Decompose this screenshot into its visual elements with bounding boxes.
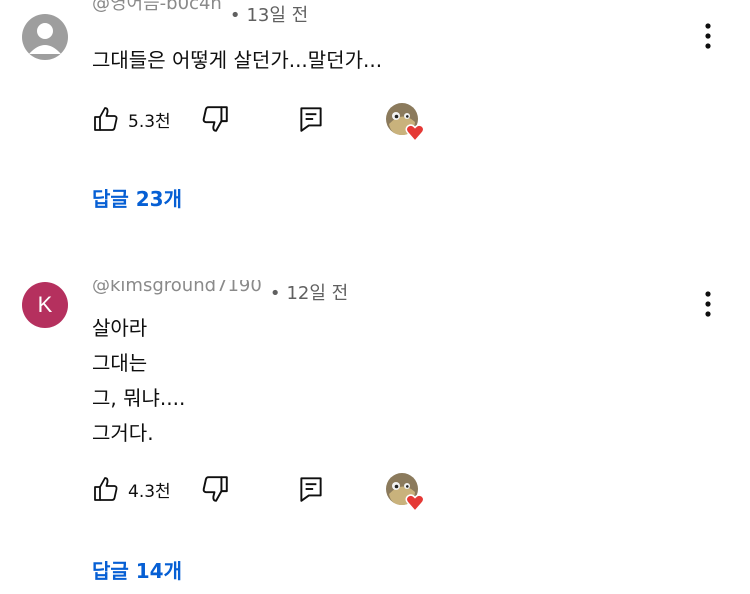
reply-button[interactable] bbox=[296, 474, 326, 504]
comment-line: 그, 뭐냐.... bbox=[92, 386, 186, 410]
comment-line: 살아라 bbox=[92, 316, 148, 340]
timestamp[interactable]: 13일 전 bbox=[246, 5, 308, 26]
dislike-button[interactable] bbox=[200, 474, 230, 504]
comment-text: 살아라 그대는 그, 뭐냐.... 그거다. bbox=[92, 311, 185, 451]
reply-button[interactable] bbox=[296, 104, 326, 134]
avatar[interactable] bbox=[22, 14, 68, 60]
like-count: 4.3천 bbox=[128, 481, 171, 502]
replies-toggle[interactable]: 답글 14개 bbox=[92, 555, 182, 584]
reply-comment-icon bbox=[300, 477, 322, 502]
comment-line: 그대는 bbox=[92, 351, 148, 375]
comment-actions: 4.3천 bbox=[92, 470, 452, 513]
author-handle[interactable]: @영어듬-b0c4n bbox=[92, 0, 222, 22]
creator-heart-icon bbox=[386, 103, 425, 143]
comment-meta: @kimsground7190 • 12일 전 bbox=[92, 280, 348, 308]
comment: K @kimsground7190 • 12일 전 살아라 그대는 그, 뭐냐...… bbox=[0, 270, 750, 594]
meta-separator: • bbox=[229, 5, 241, 26]
author-handle[interactable]: @kimsground7190 bbox=[92, 280, 262, 300]
comment: @영어듬-b0c4n • 13일 전 그대들은 어떻게 살던가...말던가... 5… bbox=[0, 0, 750, 260]
like-button[interactable]: 4.3천 bbox=[92, 474, 182, 504]
thumbs-up-icon bbox=[94, 477, 118, 501]
comment-actions: 5.3천 bbox=[92, 100, 452, 143]
timestamp[interactable]: 12일 전 bbox=[286, 283, 348, 304]
creator-heart-icon bbox=[386, 473, 425, 513]
thumbs-up-icon bbox=[94, 107, 118, 131]
like-count: 5.3천 bbox=[128, 111, 171, 132]
thumbs-down-icon bbox=[202, 476, 228, 502]
dislike-button[interactable] bbox=[200, 104, 230, 134]
comment-meta: @영어듬-b0c4n • 13일 전 bbox=[92, 0, 308, 34]
avatar-letter: K bbox=[37, 292, 53, 317]
reply-comment-icon bbox=[300, 107, 322, 132]
more-vertical-icon[interactable] bbox=[702, 290, 714, 318]
comment-text: 그대들은 어떻게 살던가...말던가... bbox=[92, 43, 382, 78]
replies-toggle[interactable]: 답글 23개 bbox=[92, 183, 182, 212]
creator-heart bbox=[384, 472, 428, 513]
like-button[interactable]: 5.3천 bbox=[92, 104, 182, 134]
more-vertical-icon[interactable] bbox=[702, 22, 714, 50]
avatar[interactable]: K bbox=[22, 282, 68, 328]
comment-line: 그거다. bbox=[92, 421, 154, 445]
comment-line: 그대들은 어떻게 살던가...말던가... bbox=[92, 48, 383, 72]
creator-heart bbox=[384, 102, 428, 143]
default-avatar-icon bbox=[29, 23, 61, 54]
meta-separator: • bbox=[269, 283, 281, 304]
thumbs-down-icon bbox=[202, 106, 228, 132]
